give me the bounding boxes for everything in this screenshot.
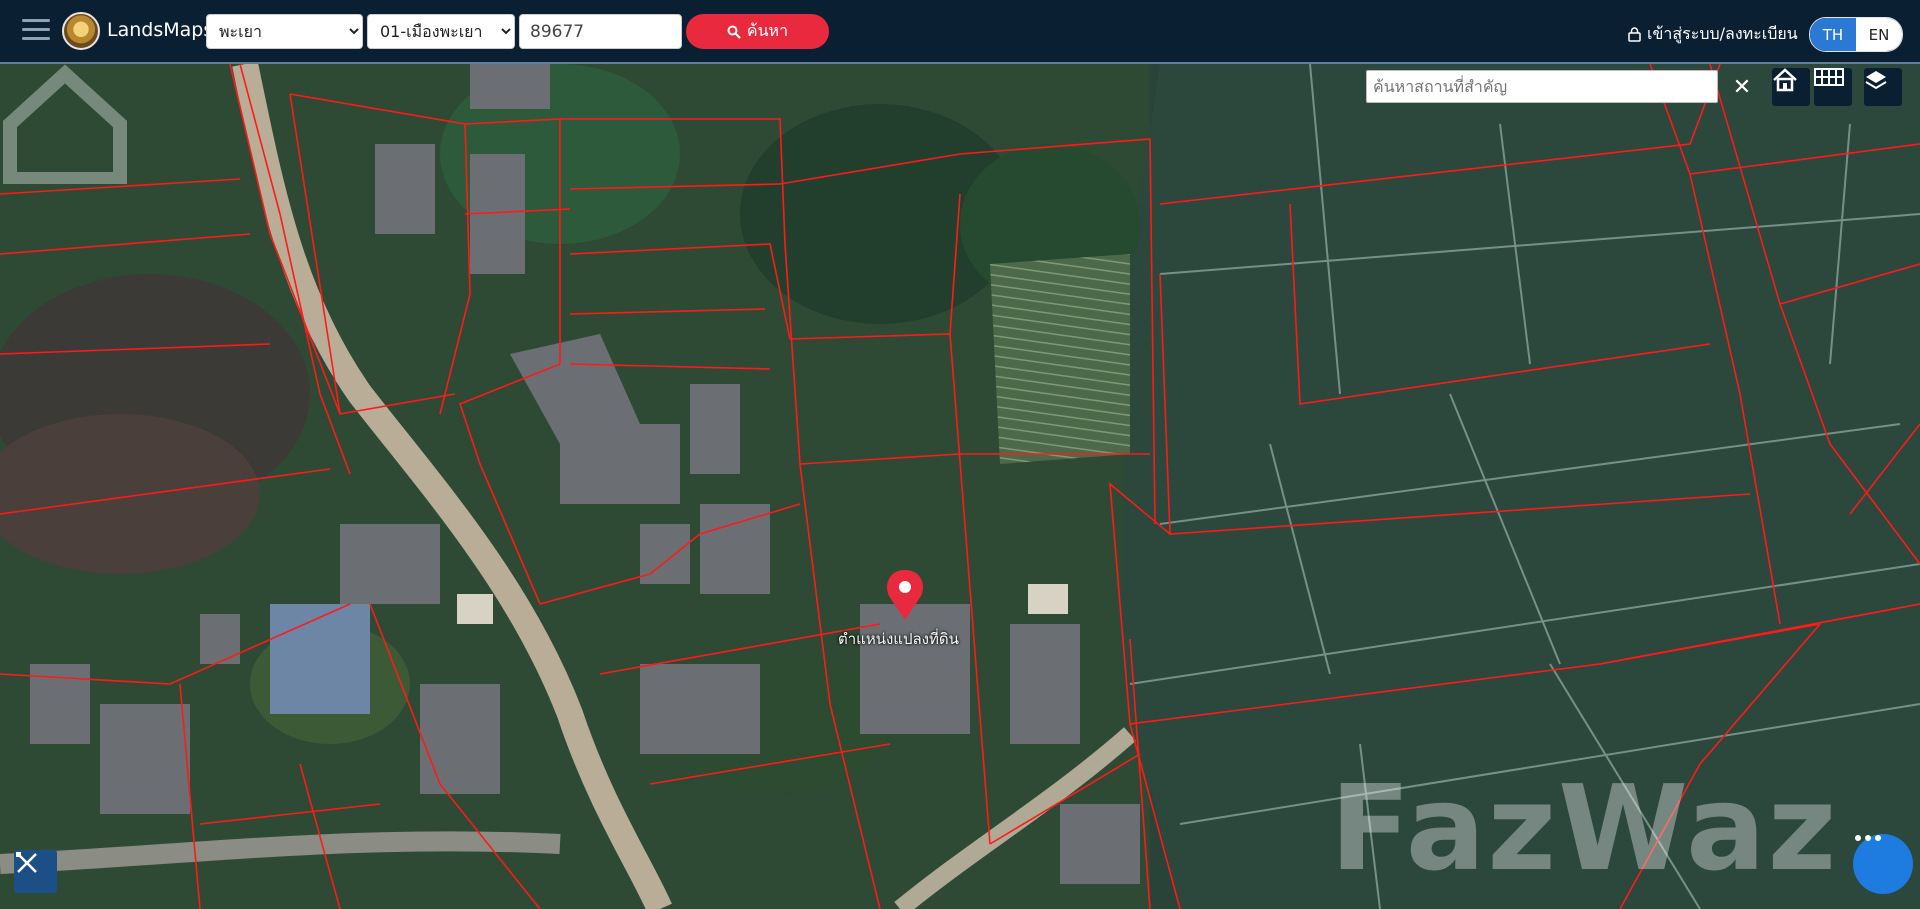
search-button[interactable]: ค้นหา [686,14,829,49]
lang-en-button[interactable]: EN [1856,18,1902,51]
search-button-label: ค้นหา [746,21,789,40]
language-switch: TH EN [1809,17,1903,52]
watermark-logo [3,64,127,184]
marker-label: ตำแหน่งแปลงที่ดิน [838,630,959,648]
login-label: เข้าสู่ระบบ/ลงทะเบียน [1647,24,1798,43]
home-button[interactable] [1772,68,1810,106]
pencil-ruler-icon [16,852,37,873]
clear-search-button[interactable]: ✕ [1727,72,1757,102]
department-logo [62,12,100,50]
province-select[interactable]: พะเยา [206,14,363,49]
place-search-input[interactable] [1366,70,1718,103]
layers-icon [1865,71,1887,90]
parcel-number-input[interactable] [519,14,682,49]
lock-icon [1628,27,1641,42]
grid-icon [1814,68,1844,86]
home-icon [1773,68,1797,92]
chat-dots-icon [1855,835,1881,841]
district-select[interactable]: 01-เมืองพะเยา [367,14,515,49]
top-bar: LandsMaps พะเยา 01-เมืองพะเยา ค้นหา เข้า… [0,0,1920,64]
grid-button[interactable] [1814,68,1852,106]
chat-button[interactable] [1853,834,1913,894]
layers-button[interactable] [1864,68,1902,106]
login-link[interactable]: เข้าสู่ระบบ/ลงทะเบียน [1628,22,1798,47]
lang-th-button[interactable]: TH [1810,18,1856,51]
satellite-map[interactable]: ✕ ตำแหน่งแปลงที่ดิน FazWaz [0,64,1920,909]
menu-icon[interactable] [22,19,50,43]
brand-name: LandsMaps [107,19,214,41]
watermark-text: FazWaz [1330,759,1839,897]
draw-tool-button[interactable] [14,850,57,893]
search-icon [727,25,741,39]
